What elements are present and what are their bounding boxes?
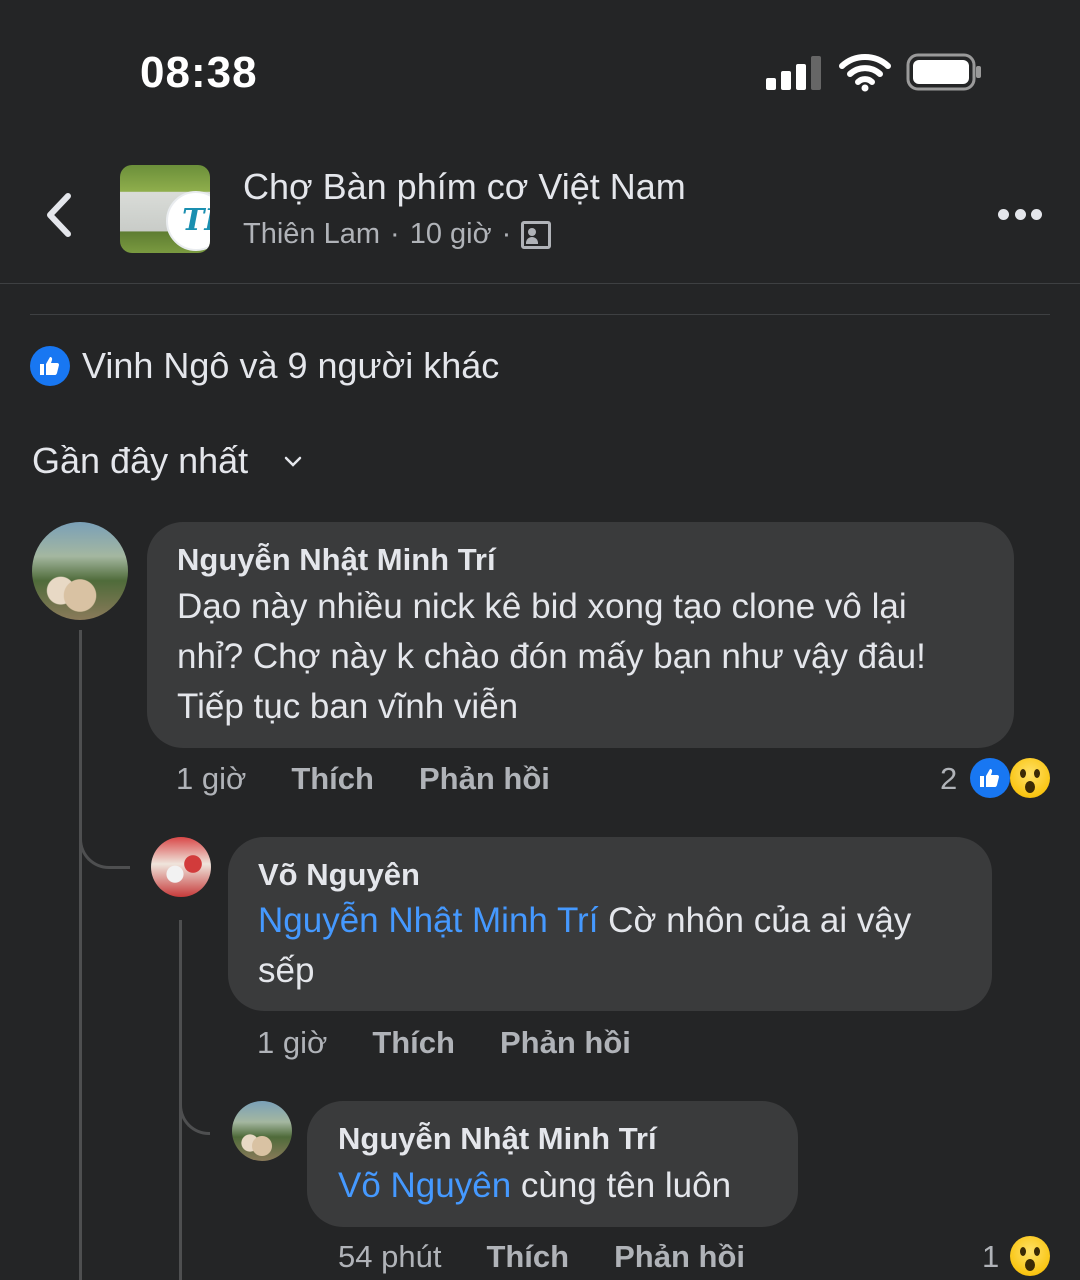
more-options-icon[interactable] [998,204,1042,224]
post-meta: Thiên Lam · 10 giờ · [243,218,552,251]
like-icon [30,346,70,386]
mention-link[interactable]: Nguyễn Nhật Minh Trí [258,901,598,940]
comment-author[interactable]: Nguyễn Nhật Minh Trí [338,1121,657,1157]
wow-icon [1010,1236,1050,1276]
reply-button[interactable]: Phản hồi [419,761,550,797]
comment-actions: 54 phút Thích Phản hồi [338,1239,745,1275]
avatar[interactable] [32,522,128,620]
thread-line [79,630,82,1280]
group-privacy-icon [521,220,552,249]
comment-author[interactable]: Võ Nguyên [258,857,420,893]
status-time: 08:38 [140,48,258,97]
comment-time[interactable]: 54 phút [338,1239,441,1275]
chevron-down-icon[interactable] [284,453,302,471]
comment-sort-dropdown[interactable]: Gần đây nhất [32,440,248,482]
avatar[interactable] [232,1101,292,1161]
comment-actions: 1 giờ Thích Phản hồi [176,761,550,797]
meta-separator: · [501,218,512,250]
thread-connector [179,1070,210,1135]
reply-button[interactable]: Phản hồi [614,1239,745,1275]
comment-actions: 1 giờ Thích Phản hồi [257,1025,631,1061]
group-name[interactable]: Chợ Bàn phím cơ Việt Nam [243,166,686,208]
meta-separator: · [390,218,400,250]
like-button[interactable]: Thích [486,1239,569,1275]
back-arrow-icon[interactable] [40,190,80,240]
wifi-icon [839,54,891,92]
mention-link[interactable]: Võ Nguyên [338,1166,511,1205]
battery-icon [906,53,981,91]
reaction-count[interactable]: 1 [982,1239,999,1275]
reaction-summary[interactable]: Vinh Ngô và 9 người khác [82,345,499,387]
header-divider [0,283,1080,284]
thread-connector [79,800,130,869]
like-button[interactable]: Thích [372,1025,455,1061]
post-author[interactable]: Thiên Lam [243,218,380,251]
comment-time[interactable]: 1 giờ [176,761,246,797]
avatar[interactable] [151,837,211,897]
reaction-count[interactable]: 2 [940,761,957,797]
comment-text: Nguyễn Nhật Minh Trí Cờ nhôn của ai vậy … [258,901,912,990]
group-logo-icon: TL [166,191,210,251]
reply-button[interactable]: Phản hồi [500,1025,631,1061]
section-divider [30,314,1050,315]
comment-author[interactable]: Nguyễn Nhật Minh Trí [177,542,496,578]
comment-time[interactable]: 1 giờ [257,1025,327,1061]
comment-text: Dạo này nhiều nick kê bid xong tạo clone… [177,587,926,726]
comment-text: Võ Nguyên cùng tên luôn [338,1166,732,1205]
wow-icon [1010,758,1050,798]
like-icon [970,758,1010,798]
group-avatar[interactable]: TL [120,165,210,253]
like-button[interactable]: Thích [291,761,374,797]
post-time[interactable]: 10 giờ [410,218,492,251]
cellular-signal-icon [766,56,822,90]
